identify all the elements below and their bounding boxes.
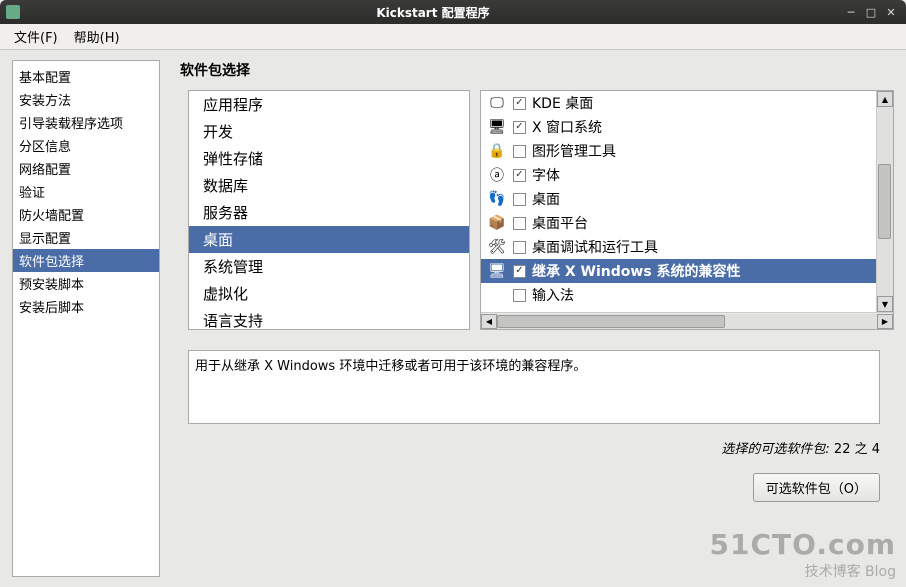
sidebar-item[interactable]: 安装方法 bbox=[13, 88, 159, 111]
package-icon: 📦 bbox=[487, 214, 507, 232]
scroll-down-icon[interactable]: ▼ bbox=[877, 296, 893, 312]
package-checkbox[interactable] bbox=[513, 145, 526, 158]
button-row: 可选软件包（O） bbox=[188, 473, 880, 502]
vscroll-track[interactable] bbox=[877, 107, 893, 296]
menu-help[interactable]: 帮助(H) bbox=[66, 24, 128, 49]
status-row: 选择的可选软件包: 22 之 4 bbox=[188, 438, 880, 457]
package-list: 🖵 ✓ KDE 桌面 🖥 ✓ X 窗口系统 🔒 图形管理工具 ⓐ ✓ 字体 👣 桌面 📦 桌面平台 🛠 桌面调试… bbox=[481, 91, 876, 312]
package-label: 输入法 bbox=[532, 285, 870, 305]
window-title: Kickstart 配置程序 bbox=[26, 4, 840, 21]
package-icon bbox=[487, 286, 507, 304]
package-item[interactable]: 🖥 ✓ X 窗口系统 bbox=[481, 115, 876, 139]
vscroll-thumb[interactable] bbox=[878, 164, 891, 240]
package-icon: 🖥 bbox=[487, 118, 507, 136]
package-item[interactable]: 📦 桌面平台 bbox=[481, 211, 876, 235]
sidebar-item[interactable]: 软件包选择 bbox=[13, 249, 159, 272]
category-item[interactable]: 开发 bbox=[189, 118, 469, 145]
close-button[interactable]: ✕ bbox=[882, 4, 900, 20]
category-item[interactable]: 应用程序 bbox=[189, 91, 469, 118]
maximize-button[interactable]: □ bbox=[862, 4, 880, 20]
package-label: X 窗口系统 bbox=[532, 117, 870, 137]
scroll-right-icon[interactable]: ▶ bbox=[877, 314, 893, 329]
category-item[interactable]: 桌面 bbox=[189, 226, 469, 253]
package-item[interactable]: 🛠 桌面调试和运行工具 bbox=[481, 235, 876, 259]
sidebar-item[interactable]: 安装后脚本 bbox=[13, 295, 159, 318]
package-icon: 👣 bbox=[487, 190, 507, 208]
package-label: 桌面平台 bbox=[532, 213, 870, 233]
package-label: 桌面 bbox=[532, 189, 870, 209]
description-box: 用于从继承 X Windows 环境中迁移或者可用于该环境的兼容程序。 bbox=[188, 350, 880, 424]
vertical-scrollbar[interactable]: ▲ ▼ bbox=[876, 91, 893, 312]
scroll-left-icon[interactable]: ◀ bbox=[481, 314, 497, 329]
main-panel: 软件包选择 应用程序开发弹性存储数据库服务器桌面系统管理虚拟化语言支持负载平衡器… bbox=[174, 60, 894, 577]
titlebar: Kickstart 配置程序 ─ □ ✕ bbox=[0, 0, 906, 24]
package-icon: 🔒 bbox=[487, 142, 507, 160]
package-item[interactable]: 👣 桌面 bbox=[481, 187, 876, 211]
panels-row: 应用程序开发弹性存储数据库服务器桌面系统管理虚拟化语言支持负载平衡器 🖵 ✓ KDE… bbox=[188, 90, 894, 330]
optional-packages-button[interactable]: 可选软件包（O） bbox=[753, 473, 880, 502]
category-item[interactable]: 系统管理 bbox=[189, 253, 469, 280]
category-item[interactable]: 语言支持 bbox=[189, 307, 469, 330]
package-item[interactable]: ⓐ ✓ 字体 bbox=[481, 163, 876, 187]
package-checkbox[interactable] bbox=[513, 217, 526, 230]
package-item[interactable]: 🖵 ✓ KDE 桌面 bbox=[481, 91, 876, 115]
horizontal-scrollbar[interactable]: ◀ ▶ bbox=[481, 312, 893, 329]
package-label: 桌面调试和运行工具 bbox=[532, 237, 870, 257]
content-area: 基本配置安装方法引导装载程序选项分区信息网络配置验证防火墙配置显示配置软件包选择… bbox=[0, 50, 906, 587]
package-checkbox[interactable]: ✓ bbox=[513, 265, 526, 278]
sidebar-item[interactable]: 网络配置 bbox=[13, 157, 159, 180]
sidebar-item[interactable]: 防火墙配置 bbox=[13, 203, 159, 226]
sidebar: 基本配置安装方法引导装载程序选项分区信息网络配置验证防火墙配置显示配置软件包选择… bbox=[12, 60, 160, 577]
sidebar-item[interactable]: 引导装载程序选项 bbox=[13, 111, 159, 134]
sidebar-item[interactable]: 显示配置 bbox=[13, 226, 159, 249]
menubar: 文件(F) 帮助(H) bbox=[0, 24, 906, 50]
package-item[interactable]: 输入法 bbox=[481, 283, 876, 307]
category-item[interactable]: 数据库 bbox=[189, 172, 469, 199]
hscroll-thumb[interactable] bbox=[497, 315, 725, 328]
scroll-up-icon[interactable]: ▲ bbox=[877, 91, 893, 107]
package-label: KDE 桌面 bbox=[532, 93, 870, 113]
package-label: 继承 X Windows 系统的兼容性 bbox=[532, 261, 870, 281]
category-item[interactable]: 服务器 bbox=[189, 199, 469, 226]
app-icon bbox=[6, 5, 20, 19]
package-icon: 🖥 bbox=[487, 262, 507, 280]
package-checkbox[interactable] bbox=[513, 241, 526, 254]
hscroll-track[interactable] bbox=[497, 314, 877, 329]
section-title: 软件包选择 bbox=[174, 60, 894, 80]
package-item[interactable]: 🖥 ✓ 继承 X Windows 系统的兼容性 bbox=[481, 259, 876, 283]
menu-file[interactable]: 文件(F) bbox=[6, 24, 66, 49]
sidebar-item[interactable]: 预安装脚本 bbox=[13, 272, 159, 295]
package-icon: ⓐ bbox=[487, 166, 507, 184]
sidebar-item[interactable]: 基本配置 bbox=[13, 65, 159, 88]
package-label: 图形管理工具 bbox=[532, 141, 870, 161]
sidebar-item[interactable]: 分区信息 bbox=[13, 134, 159, 157]
package-icon: 🖵 bbox=[487, 94, 507, 112]
package-checkbox[interactable]: ✓ bbox=[513, 169, 526, 182]
package-checkbox[interactable]: ✓ bbox=[513, 121, 526, 134]
category-item[interactable]: 虚拟化 bbox=[189, 280, 469, 307]
package-icon: 🛠 bbox=[487, 238, 507, 256]
category-item[interactable]: 弹性存储 bbox=[189, 145, 469, 172]
package-label: 字体 bbox=[532, 165, 870, 185]
category-panel: 应用程序开发弹性存储数据库服务器桌面系统管理虚拟化语言支持负载平衡器 bbox=[188, 90, 470, 330]
sidebar-item[interactable]: 验证 bbox=[13, 180, 159, 203]
package-checkbox[interactable] bbox=[513, 289, 526, 302]
package-item[interactable]: 🔒 图形管理工具 bbox=[481, 139, 876, 163]
status-label: 选择的可选软件包: bbox=[721, 442, 829, 457]
status-count: 22 之 4 bbox=[834, 442, 880, 457]
package-checkbox[interactable]: ✓ bbox=[513, 97, 526, 110]
package-panel: 🖵 ✓ KDE 桌面 🖥 ✓ X 窗口系统 🔒 图形管理工具 ⓐ ✓ 字体 👣 桌面 📦 桌面平台 🛠 桌面调试… bbox=[480, 90, 894, 330]
minimize-button[interactable]: ─ bbox=[842, 4, 860, 20]
package-checkbox[interactable] bbox=[513, 193, 526, 206]
